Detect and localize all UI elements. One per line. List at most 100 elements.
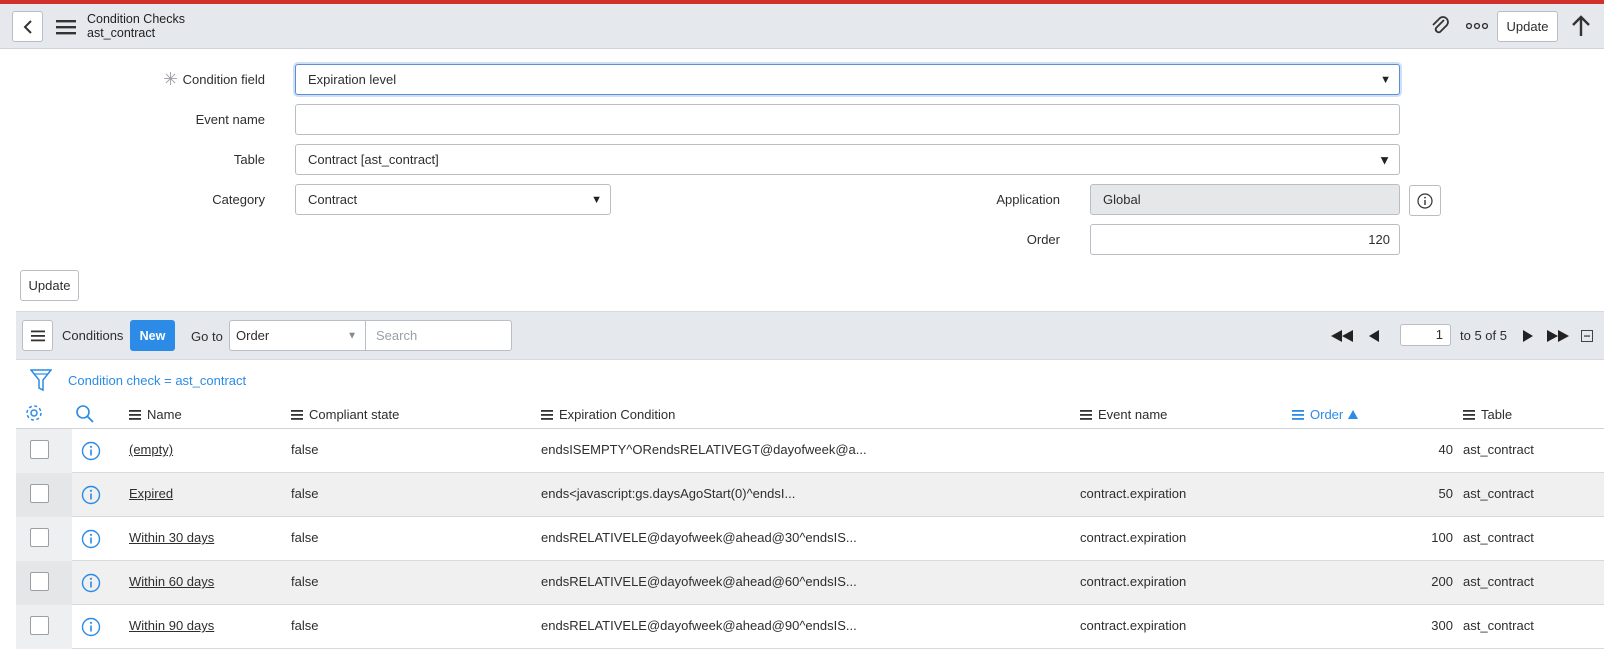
column-menu-icon [541, 409, 553, 420]
row-name-link[interactable]: Within 30 days [129, 530, 214, 545]
more-options-button[interactable] [1464, 14, 1490, 38]
chevron-down-icon: ▼ [591, 193, 602, 206]
event-name-label: Event name [195, 112, 265, 127]
column-menu-icon [129, 409, 141, 420]
row-order: 40 [1438, 442, 1453, 457]
column-label: Table [1481, 407, 1513, 422]
row-name-link[interactable]: (empty) [129, 442, 173, 457]
row-checkbox[interactable] [30, 440, 49, 459]
update-button[interactable]: Update [20, 270, 79, 301]
info-icon[interactable] [81, 485, 101, 505]
order-input[interactable]: 120 [1090, 224, 1400, 255]
chevron-down-icon: ▼ [1378, 152, 1391, 167]
row-table: ast_contract [1463, 618, 1534, 633]
page-subtitle: ast_contract [87, 26, 156, 40]
info-icon[interactable] [81, 441, 101, 461]
order-label: Order [1026, 232, 1060, 247]
list-search-input[interactable]: Search [365, 320, 512, 351]
filter-condition-link[interactable]: Condition check = ast_contract [68, 373, 246, 388]
column-header-event-name[interactable]: Event name [1080, 407, 1167, 422]
first-page-button[interactable] [1329, 324, 1355, 348]
condition-field-select[interactable]: Expiration level ▼ [295, 64, 1400, 95]
update-button-header[interactable]: Update [1497, 11, 1558, 42]
column-header-compliant-state[interactable]: Compliant state [291, 407, 399, 422]
filter-icon[interactable] [30, 368, 52, 392]
collapse-list-button[interactable] [1579, 324, 1595, 348]
category-select[interactable]: Contract ▼ [295, 184, 611, 215]
row-order: 100 [1431, 530, 1453, 545]
form-header: Condition Checks ast_contract Update [0, 4, 1604, 49]
info-icon[interactable] [81, 529, 101, 549]
row-name-link[interactable]: Expired [129, 486, 173, 501]
row-select-cell [16, 605, 72, 649]
search-icon[interactable] [75, 404, 95, 424]
column-label: Order [1310, 407, 1344, 422]
info-icon[interactable] [81, 573, 101, 593]
row-checkbox[interactable] [30, 528, 49, 547]
table-header: Name Compliant state Expiration Conditio… [16, 401, 1604, 429]
context-menu-button[interactable] [54, 15, 78, 39]
page-number-input[interactable]: 1 [1400, 324, 1451, 346]
column-label: Expiration Condition [559, 407, 676, 422]
attachment-button[interactable] [1428, 14, 1452, 38]
row-event-name: contract.expiration [1080, 618, 1187, 633]
sort-asc-icon [1348, 410, 1359, 419]
chevron-left-icon [23, 19, 32, 34]
application-info-button[interactable] [1409, 185, 1441, 216]
gear-icon[interactable] [24, 403, 44, 423]
row-select-cell [16, 473, 72, 517]
list-context-menu-button[interactable] [22, 320, 53, 351]
row-table: ast_contract [1463, 530, 1534, 545]
info-icon[interactable] [81, 617, 101, 637]
row-checkbox[interactable] [30, 484, 49, 503]
column-header-table[interactable]: Table [1463, 407, 1512, 422]
back-button[interactable] [12, 11, 43, 42]
column-header-name[interactable]: Name [129, 407, 182, 422]
column-label: Compliant state [309, 407, 400, 422]
row-expiration-condition: ends<javascript:gs.daysAgoStart(0)^endsI… [541, 486, 796, 501]
row-order: 200 [1431, 574, 1453, 589]
next-page-button[interactable] [1519, 324, 1537, 348]
chevron-down-icon: ▼ [1380, 73, 1391, 86]
row-name-link[interactable]: Within 60 days [129, 574, 214, 589]
goto-field-select[interactable]: Order ▼ [229, 320, 366, 351]
last-page-button[interactable] [1545, 324, 1571, 348]
paperclip-icon [1432, 16, 1449, 34]
row-compliant-state: false [291, 618, 319, 633]
related-list-header: Conditions New Go to Order ▼ Search 1 to… [16, 311, 1604, 360]
arrow-up-icon [1572, 15, 1590, 36]
row-table: ast_contract [1463, 442, 1534, 457]
previous-page-button[interactable] [1365, 324, 1383, 348]
hamburger-icon [30, 330, 45, 341]
column-menu-icon [291, 409, 303, 420]
column-header-expiration-condition[interactable]: Expiration Condition [541, 407, 675, 422]
form-title-block: Condition Checks ast_contract [87, 12, 185, 40]
table-row: Within 30 days false endsRELATIVELE@dayo… [16, 517, 1604, 561]
list-title: Conditions [62, 328, 124, 343]
row-checkbox[interactable] [30, 572, 49, 591]
scroll-top-button[interactable] [1567, 12, 1595, 40]
row-event-name: contract.expiration [1080, 530, 1187, 545]
row-order: 50 [1438, 486, 1453, 501]
goto-label: Go to [191, 329, 223, 344]
table-row: Within 60 days false endsRELATIVELE@dayo… [16, 561, 1604, 605]
table-row: (empty) false endsISEMPTY^ORendsRELATIVE… [16, 429, 1604, 473]
goto-selected: Order [236, 328, 270, 343]
category-label: Category [212, 192, 265, 207]
table-value: Contract [ast_contract] [308, 152, 439, 167]
table-select[interactable]: Contract [ast_contract] ▼ [295, 144, 1400, 175]
new-button[interactable]: New [130, 320, 175, 351]
row-compliant-state: false [291, 486, 319, 501]
page-range: to 5 of 5 [1460, 328, 1507, 343]
row-checkbox[interactable] [30, 616, 49, 635]
row-expiration-condition: endsRELATIVELE@dayofweek@ahead@60^endsIS… [541, 574, 857, 589]
column-header-order[interactable]: Order [1292, 407, 1359, 422]
row-compliant-state: false [291, 442, 319, 457]
collapse-icon [1581, 330, 1593, 342]
row-name-link[interactable]: Within 90 days [129, 618, 214, 633]
info-icon [1417, 192, 1433, 209]
row-event-name: contract.expiration [1080, 486, 1187, 501]
application-field: Global [1090, 184, 1400, 215]
column-menu-icon [1292, 409, 1304, 420]
event-name-input[interactable] [295, 104, 1400, 135]
